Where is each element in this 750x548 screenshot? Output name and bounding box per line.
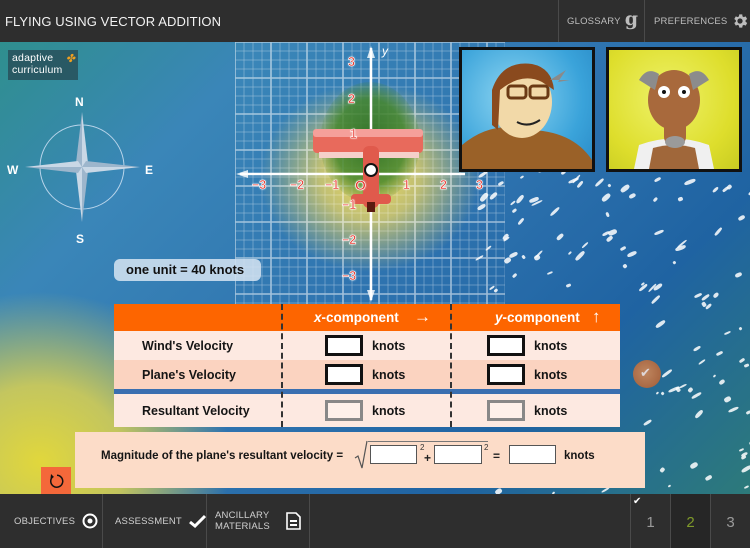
row-label: Resultant Velocity bbox=[142, 403, 250, 418]
objectives-label: OBJECTIVES bbox=[14, 515, 76, 527]
reset-button[interactable] bbox=[41, 467, 71, 494]
y-tick-label: 2 bbox=[348, 92, 356, 107]
unit-label: knots bbox=[372, 403, 406, 418]
assessment-button[interactable]: ASSESSMENT bbox=[103, 494, 207, 548]
magnitude-y-term-input[interactable] bbox=[434, 445, 482, 464]
preferences-label: PREFERENCES bbox=[654, 15, 728, 27]
resultant-x-input[interactable] bbox=[325, 400, 363, 421]
page-2-button[interactable]: 2 bbox=[670, 494, 710, 548]
compass-north: N bbox=[75, 95, 84, 109]
target-icon bbox=[82, 513, 98, 529]
square-root-bar bbox=[368, 441, 488, 442]
app-title: FLYING USING VECTOR ADDITION bbox=[5, 14, 222, 29]
objectives-button[interactable]: OBJECTIVES bbox=[0, 494, 103, 548]
unit-label: knots bbox=[372, 367, 406, 382]
preferences-button[interactable]: PREFERENCES bbox=[644, 0, 750, 42]
arrow-right-icon: → bbox=[414, 307, 431, 326]
ancillary-label: ANCILLARY MATERIALS bbox=[215, 510, 270, 532]
y-tick-label: −2 bbox=[342, 233, 357, 248]
logo-line-2: curriculum bbox=[12, 64, 63, 76]
magnitude-result-input[interactable] bbox=[509, 445, 556, 464]
wind-y-input[interactable] bbox=[487, 335, 525, 356]
y-axis-label: y bbox=[382, 44, 388, 58]
magnitude-x-term-input[interactable] bbox=[370, 445, 417, 464]
table-row: Wind's Velocity knots knots bbox=[114, 331, 620, 360]
y-tick-label: 1 bbox=[350, 127, 358, 142]
unit-label: knots bbox=[534, 367, 568, 382]
x-component-header: x-component bbox=[314, 310, 399, 325]
plus-sign: + bbox=[424, 451, 432, 465]
table-row: Plane's Velocity knots knots bbox=[114, 360, 620, 389]
mechanic-character-avatar[interactable] bbox=[606, 47, 742, 172]
pilot-character-avatar[interactable] bbox=[459, 47, 595, 172]
magnitude-label: Magnitude of the plane's resultant veloc… bbox=[101, 450, 344, 462]
checkmark-icon bbox=[189, 514, 206, 528]
squared-exponent: 2 bbox=[484, 443, 489, 452]
unit-label: knots bbox=[534, 403, 568, 418]
x-tick-label: 2 bbox=[440, 178, 448, 193]
y-axis-arrow-up bbox=[367, 46, 375, 58]
plane-y-input[interactable] bbox=[487, 364, 525, 385]
compass-south: S bbox=[76, 232, 85, 246]
arrow-up-icon: ↑ bbox=[592, 307, 601, 326]
gear-icon bbox=[734, 14, 748, 28]
logo-line-1: adaptive bbox=[12, 52, 54, 64]
glossary-g-icon: g bbox=[624, 8, 639, 30]
y-axis-arrow-down bbox=[367, 290, 375, 302]
x-tick-label: 3 bbox=[476, 178, 484, 193]
y-tick-label: 3 bbox=[348, 55, 356, 70]
ancillary-materials-button[interactable]: ANCILLARY MATERIALS bbox=[207, 494, 310, 548]
origin-label: O bbox=[355, 177, 366, 194]
puzzle-icon: ✤ bbox=[65, 53, 75, 65]
unit-label: knots bbox=[372, 338, 406, 353]
vector-drag-handle[interactable] bbox=[364, 163, 378, 177]
scale-label: one unit = 40 knots bbox=[114, 259, 261, 281]
mechanic-portrait-icon bbox=[634, 70, 714, 169]
page-3-button[interactable]: 3 bbox=[710, 494, 750, 548]
check-answer-button[interactable]: ✔ bbox=[633, 360, 661, 388]
wind-x-input[interactable] bbox=[325, 335, 363, 356]
x-tick-label: 1 bbox=[403, 178, 411, 193]
adaptive-curriculum-logo: adaptive curriculum ✤ bbox=[8, 50, 78, 80]
reset-icon bbox=[50, 474, 64, 488]
resultant-y-input[interactable] bbox=[487, 400, 525, 421]
glossary-label: GLOSSARY bbox=[567, 15, 621, 27]
row-label: Wind's Velocity bbox=[142, 338, 234, 353]
y-tick-label: −3 bbox=[342, 269, 357, 284]
check-icon: ✔ bbox=[640, 365, 651, 380]
x-tick-label: −2 bbox=[290, 178, 305, 193]
row-label: Plane's Velocity bbox=[142, 367, 236, 382]
y-component-header: y-component bbox=[495, 310, 580, 325]
unit-label: knots bbox=[534, 338, 568, 353]
assessment-label: ASSESSMENT bbox=[115, 515, 182, 527]
x-tick-label: −1 bbox=[325, 178, 340, 193]
top-bar: FLYING USING VECTOR ADDITION GLOSSARY g … bbox=[0, 0, 750, 42]
plane-x-input[interactable] bbox=[325, 364, 363, 385]
square-root-icon bbox=[354, 440, 368, 469]
table-row: Resultant Velocity knots knots bbox=[114, 394, 620, 427]
x-tick-label: −3 bbox=[252, 178, 267, 193]
equals-sign: = bbox=[493, 449, 501, 463]
y-tick-label: −1 bbox=[342, 198, 357, 213]
simulation-stage: y 3 2 1 −3 −2 −1 O 1 2 3 −1 −2 −3 adapti… bbox=[0, 42, 750, 494]
compass-rose: N S E W bbox=[0, 92, 170, 252]
glossary-button[interactable]: GLOSSARY g bbox=[558, 0, 644, 42]
pilot-portrait-icon bbox=[462, 63, 592, 169]
magnitude-panel: Magnitude of the plane's resultant veloc… bbox=[75, 432, 645, 488]
column-divider bbox=[281, 304, 283, 427]
document-icon bbox=[286, 512, 301, 530]
compass-west: W bbox=[7, 163, 19, 177]
compass-east: E bbox=[145, 163, 154, 177]
magnitude-unit: knots bbox=[564, 450, 595, 462]
x-axis-arrow-left bbox=[236, 170, 248, 178]
table-header-row: x-component → y-component ↑ bbox=[114, 304, 620, 331]
column-divider bbox=[450, 304, 452, 427]
page-completed-check-icon: ✔ bbox=[633, 496, 642, 507]
